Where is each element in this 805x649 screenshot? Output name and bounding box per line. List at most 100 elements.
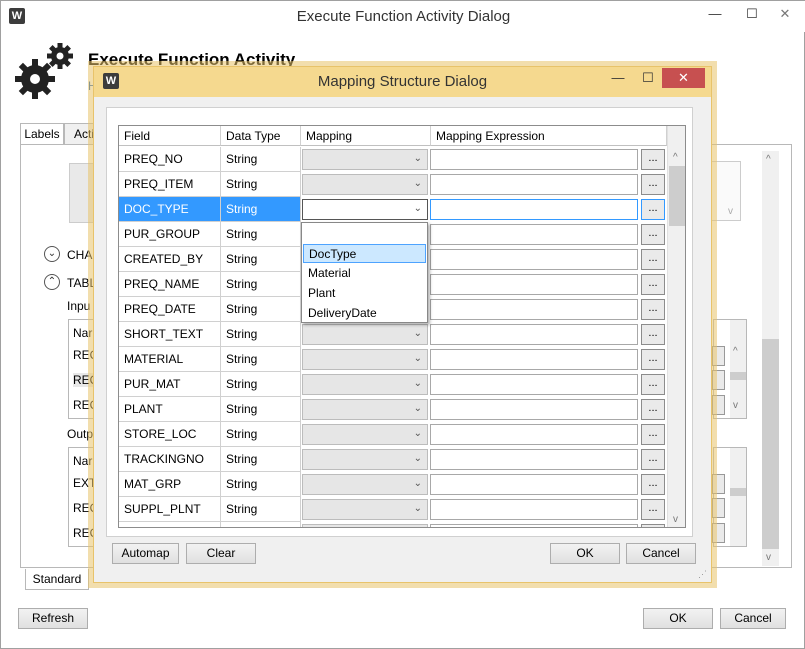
expression-builder-button[interactable]: ... [641,499,665,520]
mapping-combo[interactable]: ⌄ [302,499,428,520]
expression-builder-button[interactable]: ... [641,149,665,170]
grid-scrollbar[interactable]: ^ v [667,126,685,527]
expression-builder-button[interactable]: ... [641,299,665,320]
panel-scroll-thumb[interactable] [762,339,779,549]
expression-builder-button[interactable]: ... [641,474,665,495]
dropdown-option[interactable] [303,224,426,243]
scroll-down-icon[interactable]: v [673,514,678,525]
automap-button[interactable]: Automap [112,543,179,564]
table-row[interactable]: PLANT String ⌄... [119,397,667,422]
tab-labels[interactable]: Labels [20,123,64,145]
expression-builder-button[interactable]: ... [641,199,665,220]
expression-builder-button[interactable]: ... [641,224,665,245]
input-browse-button[interactable] [712,370,725,390]
mapping-combo[interactable]: ⌄ [302,449,428,470]
mapping-expression-input[interactable] [430,324,638,345]
input-scrollbar[interactable]: ^ v [730,320,746,418]
output-browse-button[interactable] [712,498,725,518]
table-row[interactable]: PUR_MAT String ⌄... [119,372,667,397]
cancel-button[interactable]: Cancel [626,543,696,564]
mapping-expression-input[interactable] [430,424,638,445]
mapping-combo[interactable]: ⌄ [302,524,428,527]
table-row[interactable]: MATERIAL String ⌄... [119,347,667,372]
expression-builder-button[interactable]: ... [641,374,665,395]
input-scroll-thumb[interactable] [730,372,746,380]
refresh-button[interactable]: Refresh [18,608,88,629]
resize-grip-icon[interactable]: ⋰ [698,569,707,580]
scroll-up-icon[interactable]: ^ [766,154,771,165]
expression-builder-button[interactable]: ... [641,424,665,445]
table-row[interactable]: TRACKINGNO String ⌄... [119,447,667,472]
mapping-combo[interactable]: ⌄ [302,349,428,370]
scroll-up-icon[interactable]: ^ [673,152,678,163]
collapse-icon[interactable]: ⌃ [44,274,60,290]
expression-builder-button[interactable]: ... [641,274,665,295]
mapping-combo[interactable]: ⌄ [302,474,428,495]
ok-button[interactable]: OK [550,543,620,564]
ok-button[interactable]: OK [643,608,713,629]
dropdown-option[interactable]: Plant [303,284,426,303]
maximize-button[interactable]: ☐ [634,68,662,88]
table-row[interactable]: QUANTITYDecimal⌄... [119,522,667,527]
table-row[interactable]: PREQ_NO String ⌄... [119,147,667,172]
table-row[interactable]: STORE_LOC String ⌄... [119,422,667,447]
mapping-expression-input[interactable] [430,224,638,245]
dropdown-option[interactable]: Material [303,264,426,283]
expression-builder-button[interactable]: ... [641,249,665,270]
column-header-mapping[interactable]: Mapping [301,126,431,146]
output-browse-button[interactable] [712,523,725,543]
mapping-combo[interactable]: ⌄ [302,324,428,345]
expression-builder-button[interactable]: ... [641,449,665,470]
close-button[interactable]: ✕ [662,68,705,88]
mapping-expression-input[interactable] [430,349,638,370]
output-scrollbar[interactable] [730,448,746,546]
mapping-combo[interactable]: ⌄ [302,399,428,420]
minimize-button[interactable]: — [604,68,632,88]
mapping-expression-input[interactable] [430,299,638,320]
expression-builder-button[interactable]: ... [641,174,665,195]
column-header-field[interactable]: Field [119,126,221,146]
expand-icon[interactable]: ⌄ [44,246,60,262]
mapping-expression-input[interactable] [430,524,638,527]
mapping-combo[interactable]: ⌄ [302,199,428,220]
tab-standard[interactable]: Standard [25,569,89,590]
input-browse-button[interactable] [712,395,725,415]
input-browse-button[interactable] [712,346,725,366]
scroll-up-icon[interactable]: ^ [733,346,738,357]
table-row[interactable]: SHORT_TEXT String ⌄... [119,322,667,347]
mapping-combo[interactable]: ⌄ [302,174,428,195]
scroll-down-icon[interactable]: v [766,552,771,563]
minimize-button[interactable]: — [701,4,729,24]
expression-builder-button[interactable]: ... [641,399,665,420]
expression-builder-button[interactable]: ... [641,324,665,345]
dropdown-option-selected[interactable]: DocType [303,244,426,263]
mapping-combo[interactable]: ⌄ [302,424,428,445]
mapping-expression-input[interactable] [430,499,638,520]
mapping-expression-input[interactable] [430,174,638,195]
output-browse-button[interactable] [712,474,725,494]
output-scroll-thumb[interactable] [730,488,746,496]
table-row[interactable]: DOC_TYPE String ⌄... [119,197,667,222]
table-row[interactable]: MAT_GRP String ⌄... [119,472,667,497]
mapping-expression-input[interactable] [430,149,638,170]
mapping-combo[interactable]: ⌄ [302,374,428,395]
dropdown-option[interactable]: DeliveryDate [303,304,426,323]
column-header-data-type[interactable]: Data Type [221,126,301,146]
cancel-button[interactable]: Cancel [720,608,786,629]
clear-button[interactable]: Clear [186,543,256,564]
table-row[interactable]: SUPPL_PLNT String ⌄... [119,497,667,522]
mapping-expression-input[interactable] [430,474,638,495]
expression-builder-button[interactable]: ... [641,349,665,370]
expression-builder-button[interactable]: ... [641,524,665,527]
close-button[interactable]: ✕ [771,4,799,24]
panel-scrollbar[interactable]: ^ v [762,151,779,566]
maximize-button[interactable]: ☐ [738,4,766,24]
mapping-expression-input[interactable] [430,199,638,220]
table-row[interactable]: PREQ_ITEM String ⌄... [119,172,667,197]
grid-scroll-thumb[interactable] [669,166,685,226]
mapping-expression-input[interactable] [430,399,638,420]
scroll-down-icon[interactable]: v [733,400,738,411]
mapping-expression-input[interactable] [430,374,638,395]
mapping-expression-input[interactable] [430,249,638,270]
mapping-expression-input[interactable] [430,449,638,470]
